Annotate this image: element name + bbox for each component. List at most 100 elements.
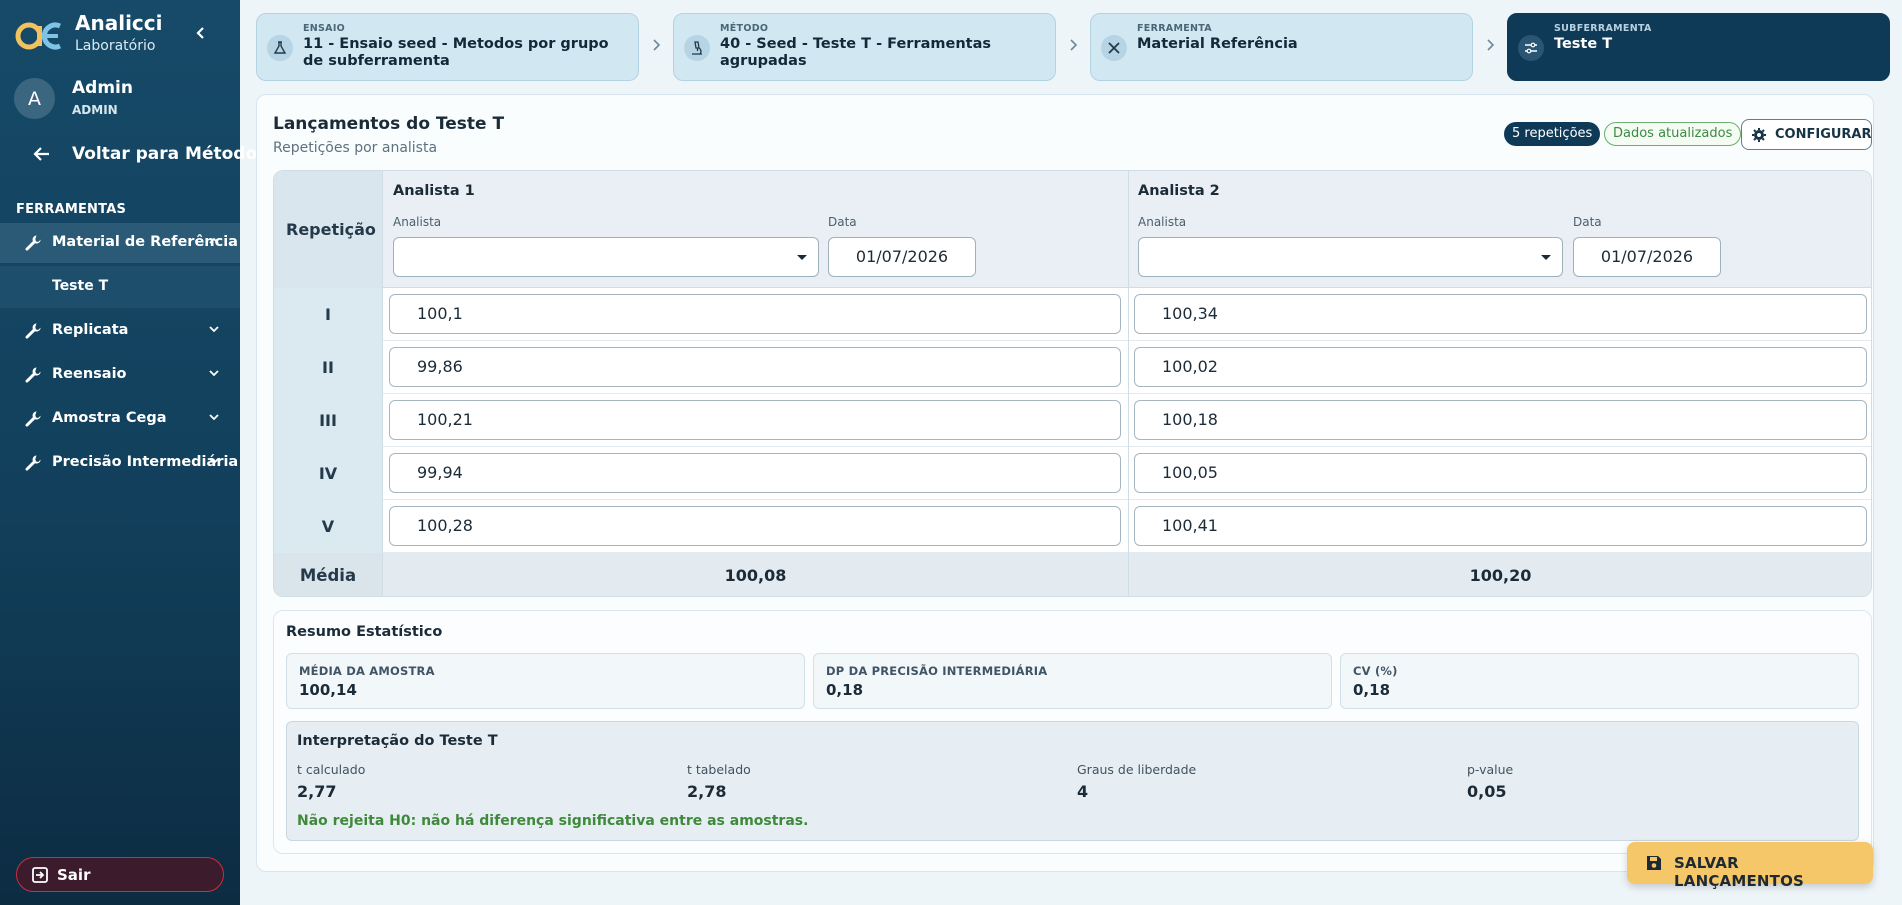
chevron-down-icon bbox=[209, 326, 219, 333]
avatar: A bbox=[14, 78, 55, 119]
p-value: 0,05 bbox=[1467, 782, 1507, 801]
metric-caption: Graus de liberdade bbox=[1077, 762, 1197, 777]
repetitions-badge: 5 repetições bbox=[1504, 122, 1601, 146]
t-table-value: 2,78 bbox=[687, 782, 727, 801]
analyst-1-average: 100,08 bbox=[724, 566, 787, 585]
repetition-header-label: Repetição bbox=[286, 220, 376, 239]
metric-caption: DP DA PRECISÃO INTERMEDIÁRIA bbox=[826, 664, 1048, 678]
sidebar-item-amostra-cega[interactable]: Amostra Cega bbox=[0, 399, 240, 439]
step-caption: SUBFERRAMENTA bbox=[1554, 23, 1652, 34]
analyst-caption: Analista bbox=[1138, 215, 1187, 229]
chevron-right-icon bbox=[1487, 39, 1495, 51]
metric-caption: t calculado bbox=[297, 762, 366, 777]
metric-caption: p-value bbox=[1467, 762, 1514, 777]
average-label: Média bbox=[274, 553, 383, 596]
tools-icon bbox=[1101, 35, 1127, 61]
step-value: Teste T bbox=[1554, 36, 1613, 52]
analyst-2-value-input[interactable]: 100,02 bbox=[1134, 347, 1867, 387]
back-link-label: Voltar para Métodos bbox=[72, 144, 268, 164]
configure-label: CONFIGURAR bbox=[1775, 127, 1872, 142]
sidebar-subitem-label: Teste T bbox=[52, 278, 109, 294]
chevron-down-icon bbox=[1541, 255, 1551, 260]
analyst-2-select[interactable] bbox=[1138, 237, 1563, 277]
page-title: Lançamentos do Teste T bbox=[273, 114, 505, 134]
analyst-1-value-input[interactable]: 100,1 bbox=[389, 294, 1121, 334]
wrench-icon bbox=[25, 323, 41, 339]
sidebar-item-material-referencia[interactable]: Material de Referência bbox=[0, 223, 240, 263]
save-icon bbox=[1647, 856, 1661, 870]
analyst-1-value-input[interactable]: 99,86 bbox=[389, 347, 1121, 387]
back-to-methods-link[interactable]: Voltar para Métodos bbox=[0, 140, 267, 170]
status-badge: Dados atualizados bbox=[1604, 122, 1742, 146]
analyst-title: Analista 2 bbox=[1138, 183, 1220, 199]
brand-name: Analicci bbox=[75, 11, 163, 35]
repetition-number: I bbox=[274, 288, 383, 341]
chevron-left-icon bbox=[196, 27, 204, 39]
sidebar-item-replicata[interactable]: Replicata bbox=[0, 311, 240, 351]
analyst-caption: Analista bbox=[393, 215, 442, 229]
column-divider bbox=[1128, 171, 1129, 596]
sidebar-item-label: Amostra Cega bbox=[52, 410, 167, 426]
statistics-title: Resumo Estatístico bbox=[286, 624, 443, 640]
metric-value: 0,18 bbox=[1353, 681, 1391, 699]
analyst-2-average: 100,20 bbox=[1469, 566, 1532, 585]
user-card: A Admin ADMIN bbox=[14, 75, 226, 121]
step-caption: ENSAIO bbox=[303, 23, 346, 34]
brand-subtitle: Laboratório bbox=[75, 38, 156, 54]
analyst-title: Analista 1 bbox=[393, 183, 475, 199]
metric-caption: CV (%) bbox=[1353, 664, 1398, 678]
table-row: IV 99,94 100,05 bbox=[274, 447, 1871, 500]
analyst-1-select[interactable] bbox=[393, 237, 819, 277]
sidebar-subitem-teste-t[interactable]: Teste T bbox=[0, 266, 240, 308]
sidebar-item-label: Replicata bbox=[52, 322, 129, 338]
metric-value: 100,14 bbox=[299, 681, 357, 699]
breadcrumb-step-subferramenta[interactable]: SUBFERRAMENTA Teste T bbox=[1507, 13, 1890, 81]
sidebar-item-reensaio[interactable]: Reensaio bbox=[0, 355, 240, 395]
logout-label: Sair bbox=[57, 866, 91, 884]
sidebar: Analicci Laboratório A Admin ADMIN Volta… bbox=[0, 0, 267, 905]
analyst-1-value-input[interactable]: 100,28 bbox=[389, 506, 1121, 546]
save-entries-button[interactable]: SALVAR LANÇAMENTOS bbox=[1627, 842, 1873, 890]
sidebar-item-label: Reensaio bbox=[52, 366, 127, 382]
wrench-icon bbox=[25, 455, 41, 471]
collapse-sidebar-button[interactable] bbox=[188, 20, 214, 46]
analyst-2-value-input[interactable]: 100,34 bbox=[1134, 294, 1867, 334]
breadcrumb-step-ensaio[interactable]: ENSAIO 11 - Ensaio seed - Metodos por gr… bbox=[256, 13, 639, 81]
entries-table: Repetição Analista 1 Analista Data 01/07… bbox=[273, 170, 1872, 597]
configure-button[interactable]: CONFIGURAR bbox=[1741, 119, 1872, 150]
save-entries-label: SALVAR LANÇAMENTOS bbox=[1674, 854, 1805, 890]
metric-value: 0,18 bbox=[826, 681, 864, 699]
chevron-down-icon bbox=[209, 414, 219, 421]
analicci-logo bbox=[15, 22, 62, 50]
sliders-icon bbox=[1518, 35, 1544, 61]
gear-icon bbox=[1752, 128, 1766, 142]
breadcrumb-step-ferramenta[interactable]: FERRAMENTA Material Referência bbox=[1090, 13, 1473, 81]
table-row: I 100,1 100,34 bbox=[274, 288, 1871, 341]
metric-caption: MÉDIA DA AMOSTRA bbox=[299, 664, 435, 678]
average-row: Média 100,08 100,20 bbox=[274, 553, 1871, 596]
analyst-2-value-input[interactable]: 100,18 bbox=[1134, 400, 1867, 440]
page-subtitle: Repetições por analista bbox=[273, 140, 438, 156]
arrow-left-icon bbox=[33, 147, 49, 161]
analyst-1-value-input[interactable]: 100,21 bbox=[389, 400, 1121, 440]
degrees-of-freedom-value: 4 bbox=[1077, 782, 1089, 801]
analyst-1-date[interactable]: 01/07/2026 bbox=[828, 237, 976, 277]
analyst-2-value-input[interactable]: 100,41 bbox=[1134, 506, 1867, 546]
analyst-1-value-input[interactable]: 99,94 bbox=[389, 453, 1121, 493]
breadcrumb-step-metodo[interactable]: MÉTODO 40 - Seed - Teste T - Ferramentas… bbox=[673, 13, 1056, 81]
metric-box-std-dev: DP DA PRECISÃO INTERMEDIÁRIA 0,18 bbox=[813, 653, 1332, 709]
step-value: Material Referência bbox=[1137, 36, 1298, 52]
chevron-right-icon bbox=[653, 39, 661, 51]
analyst-2-date[interactable]: 01/07/2026 bbox=[1573, 237, 1721, 277]
logout-button[interactable]: Sair bbox=[16, 857, 224, 892]
analyst-1-header: Analista 1 Analista Data 01/07/2026 bbox=[383, 171, 1128, 288]
test-conclusion: Não rejeita H0: não há diferença signifi… bbox=[297, 813, 809, 829]
brand: Analicci Laboratório bbox=[14, 10, 226, 58]
analyst-2-value-input[interactable]: 100,05 bbox=[1134, 453, 1867, 493]
t-calculated-value: 2,77 bbox=[297, 782, 337, 801]
wrench-icon bbox=[25, 367, 41, 383]
sidebar-item-precisao-intermediaria[interactable]: Precisão Intermediária bbox=[0, 443, 240, 483]
analyst-2-header: Analista 2 Analista Data 01/07/2026 bbox=[1128, 171, 1871, 288]
date-caption: Data bbox=[828, 215, 857, 229]
step-caption: FERRAMENTA bbox=[1137, 23, 1212, 34]
